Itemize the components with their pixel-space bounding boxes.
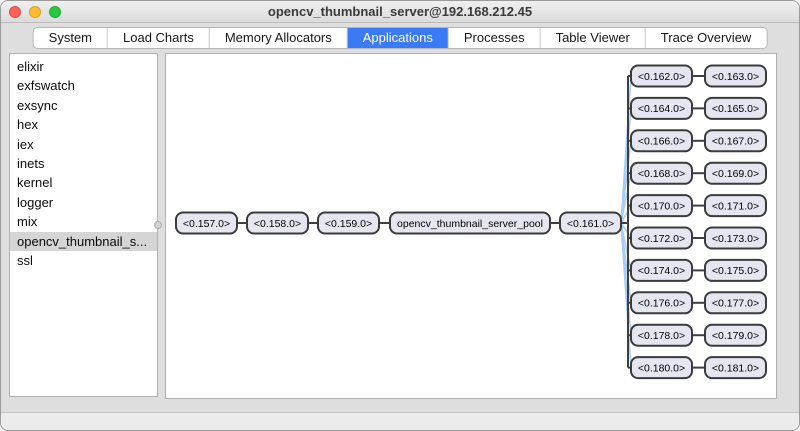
process-node[interactable]: <0.164.0> xyxy=(630,96,693,120)
process-node[interactable]: <0.172.0> xyxy=(630,226,693,250)
process-node[interactable]: <0.181.0> xyxy=(704,356,767,380)
app-list-item[interactable]: hex xyxy=(10,115,157,134)
close-button[interactable] xyxy=(9,6,21,18)
process-node-label: <0.161.0> xyxy=(567,218,614,230)
app-list-item[interactable]: opencv_thumbnail_s... xyxy=(10,231,157,251)
process-node-label: <0.162.0> xyxy=(638,71,685,83)
process-node-label: <0.176.0> xyxy=(638,298,685,310)
process-node-label: <0.175.0> xyxy=(712,265,759,277)
app-list-item[interactable]: exsync xyxy=(10,96,157,115)
process-node[interactable]: <0.174.0> xyxy=(630,258,693,282)
process-node-label: <0.169.0> xyxy=(712,168,759,180)
link-lines xyxy=(620,75,632,368)
process-node-label: <0.167.0> xyxy=(712,136,759,148)
titlebar: opencv_thumbnail_server@192.168.212.45 xyxy=(1,1,799,23)
app-list-item[interactable]: kernel xyxy=(10,173,157,192)
process-node-label: <0.173.0> xyxy=(712,233,759,245)
process-node-label: <0.170.0> xyxy=(638,200,685,212)
minimize-button[interactable] xyxy=(29,6,41,18)
process-node-label: <0.177.0> xyxy=(712,298,759,310)
process-node-label: <0.165.0> xyxy=(712,103,759,115)
process-nodes: <0.157.0> <0.158.0> <0.159.0> opencv_thumbn… xyxy=(175,64,767,380)
tab-table-viewer[interactable]: Table Viewer xyxy=(540,28,646,48)
tab-processes[interactable]: Processes xyxy=(448,28,541,48)
process-node-label: <0.181.0> xyxy=(712,362,759,374)
tab-trace-overview[interactable]: Trace Overview xyxy=(645,28,767,48)
tab-bar: System Load Charts Memory Allocators Applic… xyxy=(32,27,768,49)
process-node[interactable]: <0.162.0> xyxy=(630,64,693,88)
observer-window: opencv_thumbnail_server@192.168.212.45 S… xyxy=(0,0,800,431)
app-list-item[interactable]: iex xyxy=(10,135,157,154)
tab-system[interactable]: System xyxy=(33,28,109,48)
app-list-item[interactable]: mix xyxy=(10,212,157,231)
process-node[interactable]: <0.175.0> xyxy=(704,258,767,282)
splitter-handle[interactable] xyxy=(154,221,162,229)
process-node-label: <0.180.0> xyxy=(638,362,685,374)
process-node-label: <0.172.0> xyxy=(638,233,685,245)
traffic-lights xyxy=(9,1,61,23)
process-node[interactable]: <0.169.0> xyxy=(704,161,767,185)
process-tree-canvas: <0.157.0> <0.158.0> <0.159.0> opencv_thumbn… xyxy=(165,53,777,399)
process-node[interactable]: <0.167.0> xyxy=(704,129,767,153)
process-node[interactable]: <0.158.0> xyxy=(246,211,309,235)
process-node[interactable]: <0.159.0> xyxy=(317,211,380,235)
process-node[interactable]: <0.173.0> xyxy=(704,226,767,250)
process-node[interactable]: <0.170.0> xyxy=(630,194,693,218)
process-node[interactable]: <0.165.0> xyxy=(704,96,767,120)
app-list-item[interactable]: ssl xyxy=(10,251,157,270)
process-node-label: <0.164.0> xyxy=(638,103,685,115)
process-node-label: <0.159.0> xyxy=(325,218,372,230)
process-node[interactable]: <0.168.0> xyxy=(630,161,693,185)
process-node[interactable]: <0.157.0> xyxy=(175,211,238,235)
app-list-item[interactable]: exfswatch xyxy=(10,76,157,95)
process-node[interactable]: <0.166.0> xyxy=(630,129,693,153)
process-node[interactable]: <0.180.0> xyxy=(630,356,693,380)
process-node[interactable]: opencv_thumbnail_server_pool xyxy=(389,211,551,235)
process-node[interactable]: <0.178.0> xyxy=(630,323,693,347)
process-node-label: <0.179.0> xyxy=(712,330,759,342)
process-node[interactable]: <0.163.0> xyxy=(704,64,767,88)
process-node[interactable]: <0.179.0> xyxy=(704,323,767,347)
process-node-label: <0.178.0> xyxy=(638,330,685,342)
process-node-label: <0.171.0> xyxy=(712,200,759,212)
application-list: elixir exfswatch exsync hex iex inets kernel lo… xyxy=(9,53,158,397)
window-title: opencv_thumbnail_server@192.168.212.45 xyxy=(267,4,533,19)
tab-applications[interactable]: Applications xyxy=(347,28,449,48)
process-node-label: <0.166.0> xyxy=(638,136,685,148)
status-bar xyxy=(1,412,799,430)
process-node[interactable]: <0.161.0> xyxy=(559,211,622,235)
process-tree-svg: <0.157.0> <0.158.0> <0.159.0> opencv_thumbn… xyxy=(175,64,767,380)
zoom-button[interactable] xyxy=(49,6,61,18)
process-node-label: <0.158.0> xyxy=(254,218,301,230)
app-list-item[interactable]: inets xyxy=(10,154,157,173)
process-node[interactable]: <0.171.0> xyxy=(704,194,767,218)
process-node[interactable]: <0.176.0> xyxy=(630,291,693,315)
tab-memory-allocators[interactable]: Memory Allocators xyxy=(209,28,348,48)
process-node-label: <0.174.0> xyxy=(638,265,685,277)
app-list-item[interactable]: elixir xyxy=(10,57,157,76)
tab-load-charts[interactable]: Load Charts xyxy=(108,28,210,48)
process-node-label: <0.157.0> xyxy=(183,218,230,230)
process-node[interactable]: <0.177.0> xyxy=(704,291,767,315)
process-node-label: <0.163.0> xyxy=(712,71,759,83)
process-node-label: <0.168.0> xyxy=(638,168,685,180)
process-node-label: opencv_thumbnail_server_pool xyxy=(397,218,543,230)
app-list-item[interactable]: logger xyxy=(10,193,157,212)
